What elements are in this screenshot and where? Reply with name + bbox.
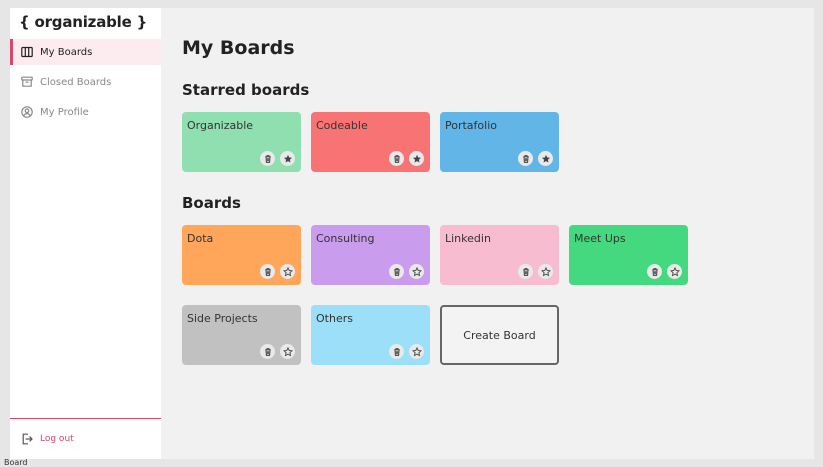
star-outline-icon[interactable]: [538, 264, 553, 279]
starred-boards-grid: Organizable Codeable Portafolio: [182, 112, 722, 192]
sidebar-item-label: My Profile: [40, 106, 89, 118]
star-filled-icon[interactable]: [280, 151, 295, 166]
board-name: Organizable: [187, 119, 254, 132]
star-outline-icon[interactable]: [409, 344, 424, 359]
trash-icon[interactable]: [260, 151, 275, 166]
footer-text: Board: [4, 458, 28, 467]
sidebar-item-label: My Boards: [40, 46, 93, 58]
trash-icon[interactable]: [647, 264, 662, 279]
trash-icon[interactable]: [389, 344, 404, 359]
user-circle-icon: [21, 106, 33, 118]
trash-icon[interactable]: [389, 264, 404, 279]
board-card[interactable]: Side Projects: [182, 305, 301, 365]
board-name: Side Projects: [187, 312, 258, 325]
board-card[interactable]: Dota: [182, 225, 301, 285]
sidebar: { organizable } My Boards Closed Boards …: [10, 8, 161, 459]
star-filled-icon[interactable]: [409, 151, 424, 166]
create-board-button[interactable]: Create Board: [440, 305, 559, 365]
archive-icon: [21, 76, 33, 88]
logout-label: Log out: [40, 434, 74, 444]
columns-icon: [21, 46, 33, 58]
logout-icon: [21, 433, 33, 445]
trash-icon[interactable]: [389, 151, 404, 166]
star-outline-icon[interactable]: [409, 264, 424, 279]
page-title: My Boards: [182, 37, 295, 59]
board-card[interactable]: Organizable: [182, 112, 301, 172]
boards-grid: Dota Consulting Linkedin Meet Ups Side P…: [182, 225, 722, 385]
starred-section-title: Starred boards: [182, 81, 310, 99]
board-card[interactable]: Consulting: [311, 225, 430, 285]
board-card[interactable]: Meet Ups: [569, 225, 688, 285]
sidebar-item-my-boards[interactable]: My Boards: [10, 39, 161, 65]
logout-button[interactable]: Log out: [10, 418, 161, 459]
board-name: Consulting: [316, 232, 375, 245]
sidebar-item-my-profile[interactable]: My Profile: [10, 99, 161, 125]
star-outline-icon[interactable]: [667, 264, 682, 279]
board-card[interactable]: Portafolio: [440, 112, 559, 172]
app-window: { organizable } My Boards Closed Boards …: [10, 8, 814, 459]
star-filled-icon[interactable]: [538, 151, 553, 166]
sidebar-item-closed-boards[interactable]: Closed Boards: [10, 69, 161, 95]
board-name: Codeable: [316, 119, 368, 132]
board-name: Meet Ups: [574, 232, 626, 245]
star-outline-icon[interactable]: [280, 264, 295, 279]
app-logo: { organizable }: [19, 13, 148, 31]
board-name: Linkedin: [445, 232, 491, 245]
trash-icon[interactable]: [518, 264, 533, 279]
main-content: My Boards Starred boards Organizable Cod…: [161, 8, 814, 459]
board-card[interactable]: Codeable: [311, 112, 430, 172]
trash-icon[interactable]: [518, 151, 533, 166]
sidebar-item-label: Closed Boards: [40, 76, 112, 88]
board-name: Others: [316, 312, 353, 325]
board-card[interactable]: Linkedin: [440, 225, 559, 285]
board-card[interactable]: Others: [311, 305, 430, 365]
trash-icon[interactable]: [260, 344, 275, 359]
star-outline-icon[interactable]: [280, 344, 295, 359]
trash-icon[interactable]: [260, 264, 275, 279]
board-name: Portafolio: [445, 119, 497, 132]
boards-section-title: Boards: [182, 194, 241, 212]
board-name: Dota: [187, 232, 214, 245]
